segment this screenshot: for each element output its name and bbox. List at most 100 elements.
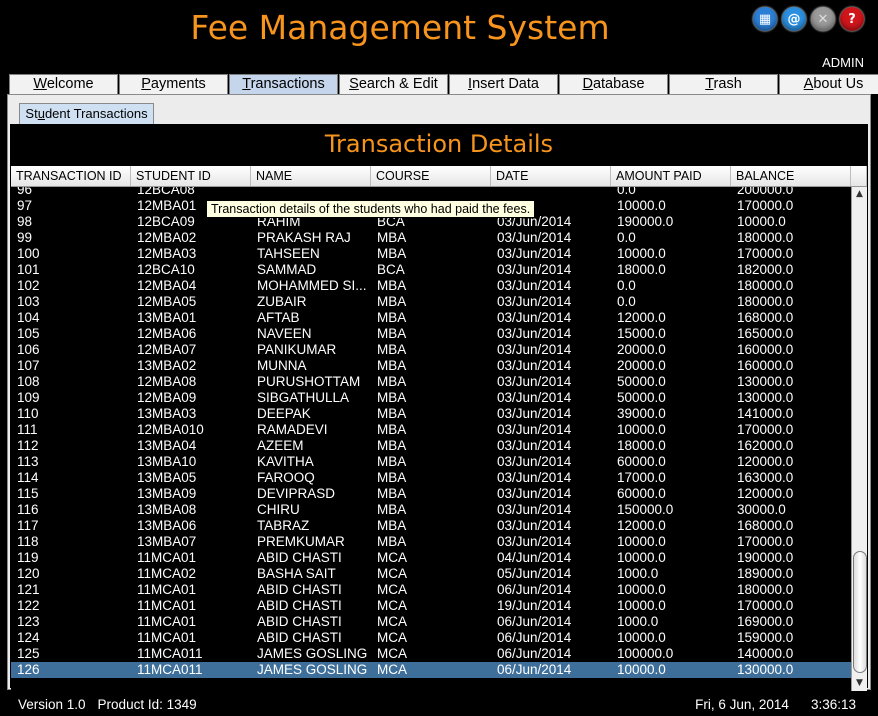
grid-icon[interactable]: ▦ xyxy=(753,7,777,31)
table-row[interactable]: 125 11MCA011 JAMES GOSLING MCA 06/Jun/2014 10… xyxy=(11,646,851,662)
table-cell: 06/Jun/2014 xyxy=(497,630,572,645)
table-row[interactable]: 106 12MBA07 PANIKUMAR MBA 03/Jun/2014 20000.0… xyxy=(11,342,851,358)
table-row[interactable]: 104 13MBA01 AFTAB MBA 03/Jun/2014 12000.0 1680… xyxy=(11,310,851,326)
column-header[interactable]: AMOUNT PAID xyxy=(611,166,731,186)
table-row[interactable]: 117 13MBA06 TABRAZ MBA 03/Jun/2014 12000.0 168… xyxy=(11,518,851,534)
tab-database[interactable]: Database xyxy=(559,74,668,94)
table-row[interactable]: 113 13MBA10 KAVITHA MBA 03/Jun/2014 60000.0 12… xyxy=(11,454,851,470)
table-row[interactable]: 115 13MBA09 DEVIPRASD MBA 03/Jun/2014 60000.0… xyxy=(11,486,851,502)
table-row[interactable]: 100 12MBA03 TAHSEEN MBA 03/Jun/2014 10000.0 17… xyxy=(11,246,851,262)
scroll-down-icon[interactable]: ▼ xyxy=(852,676,867,691)
table-cell: 0.0 xyxy=(617,230,636,245)
product-id-label: Product Id: 1349 xyxy=(97,697,197,712)
page-heading: Transaction Details xyxy=(324,130,554,158)
tab-transactions[interactable]: Transactions xyxy=(229,74,338,94)
tab-payments[interactable]: Payments xyxy=(119,74,228,94)
table-cell: 03/Jun/2014 xyxy=(497,278,572,293)
table-cell: 11MCA01 xyxy=(137,550,197,565)
table-cell: 105 xyxy=(17,326,40,341)
table-cell: MBA xyxy=(377,358,407,373)
table-cell: 104 xyxy=(17,310,40,325)
table-cell: 190000.0 xyxy=(737,550,794,565)
table-cell: 03/Jun/2014 xyxy=(497,230,572,245)
table-row[interactable]: 111 12MBA010 RAMADEVI MBA 03/Jun/2014 10000.0… xyxy=(11,422,851,438)
table-row[interactable]: 107 13MBA02 MUNNA MBA 03/Jun/2014 20000.0 1600… xyxy=(11,358,851,374)
tab-mnemonic: W xyxy=(33,76,47,92)
table-cell: 03/Jun/2014 xyxy=(497,518,572,533)
table-cell: 03/Jun/2014 xyxy=(497,358,572,373)
tab-mnemonic: T xyxy=(242,76,251,92)
table-row[interactable]: 105 12MBA06 NAVEEN MBA 03/Jun/2014 15000.0 165… xyxy=(11,326,851,342)
table-cell: 110 xyxy=(17,406,39,421)
table-row[interactable]: 118 13MBA07 PREMKUMAR MBA 03/Jun/2014 10000.0… xyxy=(11,534,851,550)
tab-mnemonic: D xyxy=(582,76,593,92)
table-cell: MCA xyxy=(377,646,407,661)
vertical-scrollbar[interactable]: ▲ ▼ xyxy=(851,187,867,691)
table-cell: CHIRU xyxy=(257,502,300,517)
table-cell: 03/Jun/2014 xyxy=(497,406,572,421)
tab-welcome[interactable]: Welcome xyxy=(9,74,118,94)
table-row[interactable]: 103 12MBA05 ZUBAIR MBA 03/Jun/2014 0.0 180000.… xyxy=(11,294,851,310)
table-row[interactable]: 102 12MBA04 MOHAMMED SI... MBA 03/Jun/2014 0.… xyxy=(11,278,851,294)
table-row[interactable]: 126 11MCA011 JAMES GOSLING MCA 06/Jun/2014 10… xyxy=(11,662,851,678)
table-row[interactable]: 109 12MBA09 SIBGATHULLA MBA 03/Jun/2014 50000… xyxy=(11,390,851,406)
table-row[interactable]: 99 12MBA02 PRAKASH RAJ MBA 03/Jun/2014 0.0 180… xyxy=(11,230,851,246)
table-cell: 11MCA01 xyxy=(137,598,197,613)
table-cell: AFTAB xyxy=(257,310,300,325)
table-cell: MCA xyxy=(377,598,407,613)
column-header[interactable]: NAME xyxy=(251,166,371,186)
tab-search-edit[interactable]: Search & Edit xyxy=(339,74,448,94)
table-row[interactable]: 110 13MBA03 DEEPAK MBA 03/Jun/2014 39000.0 141… xyxy=(11,406,851,422)
table-row[interactable]: 120 11MCA02 BASHA SAIT MCA 05/Jun/2014 1000.0… xyxy=(11,566,851,582)
tab-trash[interactable]: Trash xyxy=(669,74,778,94)
scroll-thumb[interactable] xyxy=(853,551,867,673)
table-cell: NAVEEN xyxy=(257,326,312,341)
column-header[interactable]: COURSE xyxy=(371,166,491,186)
table-cell: 13MBA04 xyxy=(137,438,197,453)
table-row[interactable]: 108 12MBA08 PURUSHOTTAM MBA 03/Jun/2014 50000… xyxy=(11,374,851,390)
table-cell: 180000.0 xyxy=(737,294,794,309)
table-cell: ABID CHASTI xyxy=(257,582,342,597)
table-cell: MBA xyxy=(377,486,407,501)
help-icon[interactable]: ? xyxy=(840,7,864,31)
tab-insert-data[interactable]: Insert Data xyxy=(449,74,558,94)
table-cell: 05/Jun/2014 xyxy=(497,566,572,581)
at-icon[interactable]: @ xyxy=(782,7,806,31)
table-cell: 98 xyxy=(17,214,33,229)
table-cell: 112 xyxy=(17,438,39,453)
column-header[interactable]: DATE xyxy=(491,166,611,186)
tab-about-us[interactable]: About Us xyxy=(779,74,878,94)
user-label: ADMIN xyxy=(822,55,864,70)
table-cell: AZEEM xyxy=(257,438,304,453)
close-icon[interactable]: ✕ xyxy=(811,7,835,31)
table-row[interactable]: 124 11MCA01 ABID CHASTI MCA 06/Jun/2014 10000… xyxy=(11,630,851,646)
table-row[interactable]: 122 11MCA01 ABID CHASTI MCA 19/Jun/2014 10000… xyxy=(11,598,851,614)
table-cell: 107 xyxy=(17,358,40,373)
table-row[interactable]: 116 13MBA08 CHIRU MBA 03/Jun/2014 150000.0 300… xyxy=(11,502,851,518)
table-cell: ABID CHASTI xyxy=(257,598,342,613)
table-cell: 19/Jun/2014 xyxy=(497,598,572,613)
table-row[interactable]: 101 12BCA10 SAMMAD BCA 03/Jun/2014 18000.0 182… xyxy=(11,262,851,278)
tab-student-transactions[interactable]: Student Transactions xyxy=(19,103,154,124)
table-cell: 10000.0 xyxy=(617,422,666,437)
scroll-up-icon[interactable]: ▲ xyxy=(852,187,867,202)
table-cell: 11MCA01 xyxy=(137,582,197,597)
table-row[interactable]: 112 13MBA04 AZEEM MBA 03/Jun/2014 18000.0 1620… xyxy=(11,438,851,454)
table-cell: 140000.0 xyxy=(737,646,794,661)
tab-label: ransactions xyxy=(250,76,325,92)
table-cell: 0.0 xyxy=(617,294,636,309)
table-cell: 12000.0 xyxy=(617,518,666,533)
table-cell: 118 xyxy=(17,534,39,549)
table-cell: SIBGATHULLA xyxy=(257,390,350,405)
table-cell: 11MCA011 xyxy=(137,646,203,661)
column-header[interactable]: STUDENT ID xyxy=(131,166,251,186)
table-cell: PANIKUMAR xyxy=(257,342,337,357)
table-row[interactable]: 114 13MBA05 FAROOQ MBA 03/Jun/2014 17000.0 163… xyxy=(11,470,851,486)
table-row[interactable]: 121 11MCA01 ABID CHASTI MCA 06/Jun/2014 10000… xyxy=(11,582,851,598)
table-cell: JAMES GOSLING xyxy=(257,646,368,661)
column-header[interactable]: TRANSACTION ID xyxy=(11,166,131,186)
table-row[interactable]: 123 11MCA01 ABID CHASTI MCA 06/Jun/2014 1000.… xyxy=(11,614,851,630)
table-cell: 119 xyxy=(17,550,39,565)
column-header[interactable]: BALANCE xyxy=(731,166,851,186)
table-row[interactable]: 119 11MCA01 ABID CHASTI MCA 04/Jun/2014 10000… xyxy=(11,550,851,566)
